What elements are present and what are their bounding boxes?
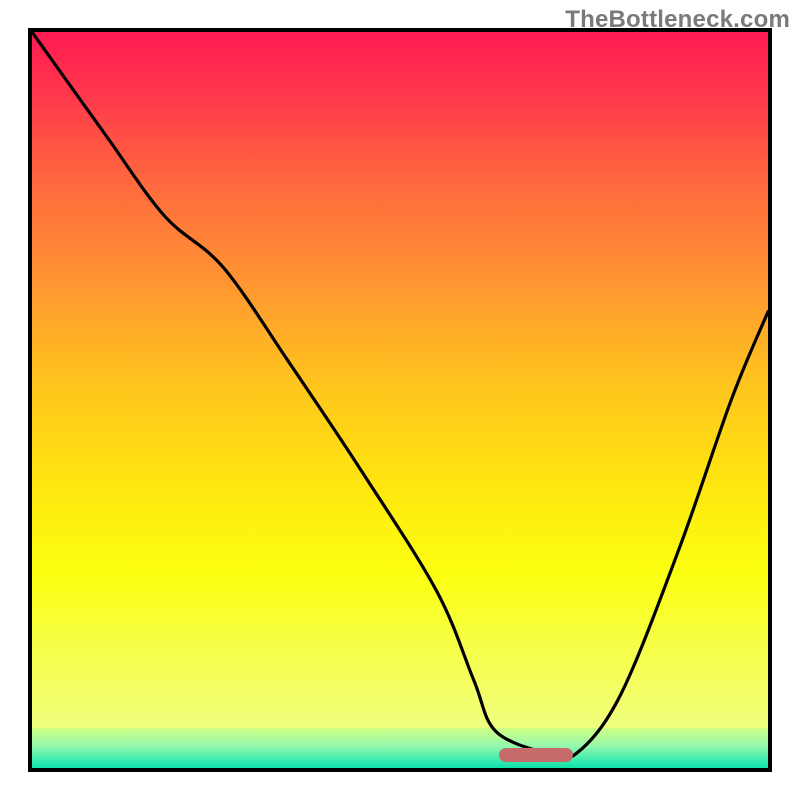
background-gradient-main	[32, 32, 768, 728]
background-gradient-bottom	[32, 728, 768, 768]
chart-plot-area	[28, 28, 772, 772]
optimal-range-marker	[499, 748, 573, 762]
